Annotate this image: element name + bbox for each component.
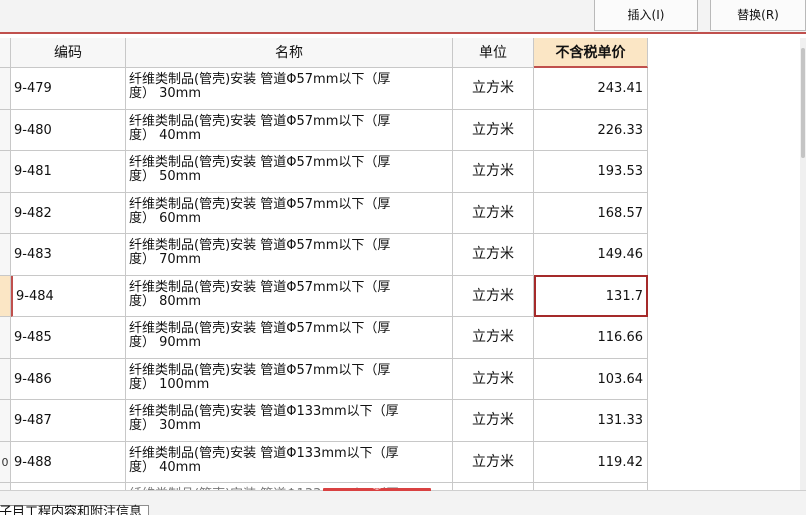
insert-button[interactable]: 插入(I) — [594, 0, 698, 31]
empty-cell — [648, 68, 800, 110]
price-cell[interactable]: 193.53 — [534, 151, 648, 193]
name-cell[interactable]: 纤维类制品(管壳)安装 管道Φ133mm以下（厚 度） 40mm — [126, 441, 453, 483]
row-gutter[interactable] — [0, 192, 11, 234]
unit-cell[interactable]: 立方米 — [453, 317, 534, 359]
quota-table: 编码 名称 单位 不含税单价 9-479 纤维类制品(管壳)安装 管道Φ57mm以… — [0, 38, 800, 490]
code-cell[interactable]: 9-479 — [11, 68, 126, 110]
row-gutter[interactable] — [0, 68, 11, 110]
row-gutter[interactable] — [0, 483, 11, 490]
toolbar: 插入(I) 替换(R) — [0, 0, 806, 34]
bottom-panel: 子目工程内容和附注信息 — [0, 491, 806, 515]
unit-cell[interactable] — [453, 483, 534, 490]
table-row[interactable]: 9-486 纤维类制品(管壳)安装 管道Φ57mm以下（厚 度） 100mm 立方米… — [0, 358, 800, 401]
row-gutter[interactable] — [0, 400, 11, 442]
code-cell[interactable]: 9-481 — [11, 151, 126, 193]
column-header-unit[interactable]: 单位 — [453, 38, 534, 68]
unit-cell[interactable]: 立方米 — [453, 441, 534, 483]
empty-cell — [648, 317, 800, 359]
price-cell[interactable]: 131.7 — [534, 275, 648, 317]
column-header-price[interactable]: 不含税单价 — [534, 38, 648, 68]
unit-cell[interactable]: 立方米 — [453, 109, 534, 151]
unit-cell[interactable]: 立方米 — [453, 275, 534, 317]
row-gutter[interactable]: 0 — [0, 441, 11, 483]
empty-cell — [648, 193, 800, 235]
price-cell[interactable]: 149.46 — [534, 234, 648, 276]
header-gutter — [0, 38, 11, 68]
price-cell[interactable]: 119.42 — [534, 441, 648, 483]
name-cell[interactable]: 纤维类制品(管壳)安装 管道Φ57mm以下（厚 度） 30mm — [126, 68, 453, 110]
unit-cell[interactable]: 立方米 — [453, 192, 534, 234]
unit-cell[interactable]: 立方米 — [453, 234, 534, 276]
tab-work-content-notes[interactable]: 子目工程内容和附注信息 — [0, 505, 150, 515]
column-header-code[interactable]: 编码 — [11, 38, 126, 68]
row-gutter[interactable] — [0, 151, 11, 193]
vertical-scrollbar[interactable] — [800, 38, 806, 490]
table-row[interactable]: 9-479 纤维类制品(管壳)安装 管道Φ57mm以下（厚 度） 30mm 立方米 2… — [0, 68, 800, 110]
table-row[interactable]: 9-485 纤维类制品(管壳)安装 管道Φ57mm以下（厚 度） 90mm 立方米 1… — [0, 317, 800, 359]
name-cell[interactable]: 纤维类制品(管壳)安装 管道Φ57mm以下（厚 度） 40mm — [126, 109, 453, 151]
unit-cell[interactable]: 立方米 — [453, 68, 534, 110]
name-cell[interactable]: 纤维类制品(管壳)安装 管道Φ57mm以下（厚 度） 60mm — [126, 192, 453, 234]
row-gutter[interactable] — [0, 109, 11, 151]
price-cell[interactable]: 103.64 — [534, 358, 648, 400]
table-row[interactable]: 0 9-488 纤维类制品(管壳)安装 管道Φ133mm以下（厚 度） 40mm 立方… — [0, 441, 800, 484]
row-gutter[interactable] — [0, 317, 11, 359]
unit-cell[interactable]: 立方米 — [453, 358, 534, 400]
empty-cell — [648, 151, 800, 193]
row-gutter[interactable] — [0, 275, 11, 317]
name-cell[interactable]: 纤维类制品(管壳)安装 管道Φ57mm以下（厚 度） 90mm — [126, 317, 453, 359]
name-cell[interactable]: 纤维类制品(管壳)安装 管道Φ57mm以下（厚 度） 100mm — [126, 358, 453, 400]
column-header-name[interactable]: 名称 — [126, 38, 453, 68]
table-row[interactable]: 9-482 纤维类制品(管壳)安装 管道Φ57mm以下（厚 度） 60mm 立方米 1… — [0, 192, 800, 235]
code-cell[interactable]: 9-487 — [11, 400, 126, 442]
table-row[interactable]: 9-487 纤维类制品(管壳)安装 管道Φ133mm以下（厚 度） 30mm 立方米… — [0, 400, 800, 442]
name-cell[interactable]: 纤维类制品(管壳)安装 管道Φ57mm以下（厚 度） 80mm — [126, 275, 453, 317]
code-cell[interactable]: 9-480 — [11, 109, 126, 151]
toolbar-divider — [0, 32, 806, 34]
code-cell[interactable]: 9-485 — [11, 317, 126, 359]
empty-cell — [648, 234, 800, 276]
unit-cell[interactable]: 立方米 — [453, 400, 534, 442]
empty-cell — [648, 442, 800, 484]
code-cell[interactable]: 9-484 — [11, 275, 126, 317]
price-cell[interactable]: 168.57 — [534, 192, 648, 234]
price-cell[interactable]: 116.66 — [534, 317, 648, 359]
price-cell[interactable] — [534, 483, 648, 490]
empty-cell — [648, 400, 800, 442]
row-gutter[interactable] — [0, 358, 11, 400]
replace-button[interactable]: 替换(R) — [710, 0, 806, 31]
code-cell[interactable] — [11, 483, 126, 490]
empty-cell — [648, 359, 800, 401]
price-cell[interactable]: 226.33 — [534, 109, 648, 151]
code-cell[interactable]: 9-482 — [11, 192, 126, 234]
unit-cell[interactable]: 立方米 — [453, 151, 534, 193]
code-cell[interactable]: 9-483 — [11, 234, 126, 276]
empty-cell — [648, 276, 800, 318]
price-cell[interactable]: 243.41 — [534, 68, 648, 110]
row-gutter[interactable] — [0, 234, 11, 276]
code-cell[interactable]: 9-488 — [11, 441, 126, 483]
table-row[interactable]: 9-480 纤维类制品(管壳)安装 管道Φ57mm以下（厚 度） 40mm 立方米 2… — [0, 109, 800, 152]
name-cell[interactable]: 纤维类制品(管壳)安装 管道Φ133mm以下（厚 度） 30mm — [126, 400, 453, 442]
name-cell[interactable]: 纤维类制品(管壳)安装 管道Φ57mm以下（厚 度） 70mm — [126, 234, 453, 276]
table-row[interactable]: 9-481 纤维类制品(管壳)安装 管道Φ57mm以下（厚 度） 50mm 立方米 1… — [0, 151, 800, 193]
price-cell[interactable]: 131.33 — [534, 400, 648, 442]
table-header: 编码 名称 单位 不含税单价 — [0, 38, 800, 68]
name-cell[interactable]: 纤维类制品(管壳)安装 管道Φ57mm以下（厚 度） 50mm — [126, 151, 453, 193]
table-row[interactable]: 9-484 纤维类制品(管壳)安装 管道Φ57mm以下（厚 度） 80mm 立方米 1… — [0, 275, 800, 318]
scrollbar-thumb[interactable] — [801, 48, 805, 158]
code-cell[interactable]: 9-486 — [11, 358, 126, 400]
empty-cell — [648, 110, 800, 152]
table-row[interactable]: 9-483 纤维类制品(管壳)安装 管道Φ57mm以下（厚 度） 70mm 立方米 1… — [0, 234, 800, 276]
